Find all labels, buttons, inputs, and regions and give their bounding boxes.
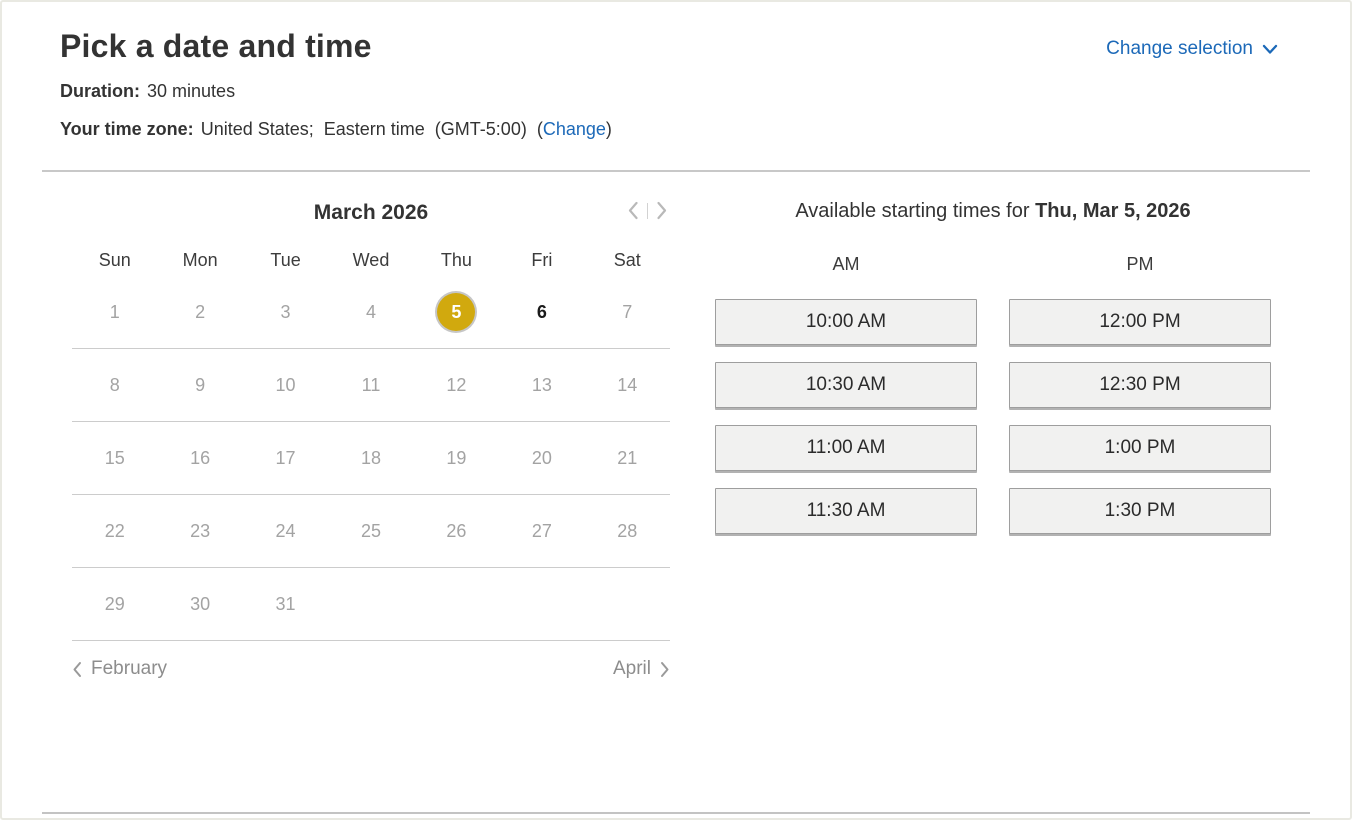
next-month-button[interactable]: April (613, 658, 670, 680)
timezone-line: Your time zone: United States; Eastern t… (60, 118, 1270, 140)
calendar-day-15: 15 (105, 448, 125, 469)
calendar-day-11: 11 (362, 375, 381, 396)
calendar-day-23: 23 (190, 521, 210, 542)
nav-divider (647, 203, 648, 219)
calendar-day-1: 1 (110, 302, 120, 323)
time-slot-button[interactable]: 10:00 AM (715, 299, 977, 345)
calendar-day-26: 26 (446, 521, 466, 542)
available-times-header: Available starting times for Thu, Mar 5,… (715, 198, 1271, 224)
weekday-label: Sat (614, 250, 641, 276)
calendar-day-16: 16 (190, 448, 210, 469)
time-column-pm: PM 12:00 PM 12:30 PM 1:00 PM 1:30 PM (1009, 254, 1271, 551)
time-slot-button[interactable]: 12:30 PM (1009, 362, 1271, 408)
calendar: March 2026 SunMonTueWedThuFriSat 1234567… (72, 198, 670, 680)
calendar-day-17: 17 (276, 448, 296, 469)
weekday-label: Wed (353, 250, 390, 276)
weekday-label: Tue (270, 250, 300, 276)
duration-value: 30 minutes (147, 81, 235, 101)
calendar-day-8: 8 (110, 375, 120, 396)
calendar-month-nav (627, 201, 668, 220)
timezone-paren-open: ( (527, 119, 543, 139)
timezone-value: United States; Eastern time (GMT-5:00) (201, 119, 527, 139)
timezone-change-link[interactable]: Change (543, 119, 606, 139)
prev-month-button[interactable]: February (72, 658, 167, 680)
weekday-label: Mon (183, 250, 218, 276)
time-columns: AM 10:00 AM 10:30 AM 11:00 AM 11:30 AM PM 12:0… (715, 254, 1271, 551)
calendar-day-28: 28 (617, 521, 637, 542)
calendar-week-row: 29 30 31 (72, 568, 670, 641)
calendar-day-22: 22 (105, 521, 125, 542)
next-month-label: April (613, 658, 651, 680)
date-time-picker-panel: Pick a date and time Duration: 30 minute… (0, 0, 1352, 820)
calendar-day-13: 13 (532, 375, 552, 396)
available-times-prefix: Available starting times for (795, 200, 1029, 222)
calendar-day-14: 14 (617, 375, 637, 396)
calendar-day-20: 20 (532, 448, 552, 469)
available-times-date: Thu, Mar 5, 2026 (1035, 200, 1191, 222)
calendar-day-25: 25 (361, 521, 381, 542)
calendar-day-9: 9 (195, 375, 205, 396)
calendar-day-12: 12 (446, 375, 466, 396)
weekday-label: Sun (99, 250, 131, 276)
change-selection-label: Change selection (1106, 38, 1253, 60)
calendar-day-18: 18 (361, 448, 381, 469)
footer-divider (42, 812, 1310, 814)
calendar-day-10: 10 (276, 375, 296, 396)
calendar-footer: February April (72, 641, 670, 680)
prev-month-label: February (91, 658, 167, 680)
duration-line: Duration: 30 minutes (60, 80, 1270, 102)
calendar-day-3: 3 (281, 302, 291, 323)
time-slot-button[interactable]: 1:00 PM (1009, 425, 1271, 471)
time-slot-button[interactable]: 12:00 PM (1009, 299, 1271, 345)
calendar-header: March 2026 (72, 198, 670, 234)
next-month-arrow-button[interactable] (656, 201, 668, 220)
calendar-day-31: 31 (276, 594, 296, 615)
timezone-paren-close: ) (606, 119, 612, 139)
header: Pick a date and time Duration: 30 minute… (2, 2, 1350, 140)
chevron-right-icon (656, 201, 668, 220)
change-selection-button[interactable]: Change selection (1106, 38, 1278, 60)
calendar-day-21: 21 (617, 448, 637, 469)
time-column-am: AM 10:00 AM 10:30 AM 11:00 AM 11:30 AM (715, 254, 977, 551)
calendar-day-7: 7 (622, 302, 632, 323)
time-slot-button[interactable]: 11:30 AM (715, 488, 977, 534)
calendar-day-29: 29 (105, 594, 125, 615)
calendar-week-row: 15 16 17 18 19 20 21 (72, 422, 670, 495)
timezone-label: Your time zone: (60, 119, 194, 139)
calendar-day-6[interactable]: 6 (537, 302, 547, 323)
page-title: Pick a date and time (60, 28, 1270, 64)
weekday-header-row: Sun Mon Tue Wed Thu Fri Sat (72, 250, 670, 276)
chevron-left-icon (627, 201, 639, 220)
prev-month-arrow-button[interactable] (627, 201, 639, 220)
calendar-grid: 1234567891011121314151617181920212223242… (72, 276, 670, 641)
calendar-month-title: March 2026 (72, 198, 670, 228)
calendar-day-2: 2 (195, 302, 205, 323)
available-times-panel: Available starting times for Thu, Mar 5,… (715, 198, 1271, 551)
weekday-label: Fri (531, 250, 552, 276)
calendar-week-row: 1 2 3 4 5 6 7 (72, 276, 670, 349)
chevron-right-icon (660, 661, 670, 678)
calendar-day-27: 27 (532, 521, 552, 542)
time-column-header: PM (1009, 254, 1271, 275)
calendar-day-24: 24 (276, 521, 296, 542)
header-divider (42, 170, 1310, 172)
calendar-week-row: 8 9 10 11 12 13 14 (72, 349, 670, 422)
chevron-left-icon (72, 661, 82, 678)
weekday-label: Thu (441, 250, 472, 276)
calendar-day-19: 19 (446, 448, 466, 469)
calendar-week-row: 22 23 24 25 26 27 28 (72, 495, 670, 568)
time-column-header: AM (715, 254, 977, 275)
calendar-day-5[interactable]: 5 (437, 293, 475, 331)
time-slot-button[interactable]: 10:30 AM (715, 362, 977, 408)
duration-label: Duration: (60, 81, 140, 101)
time-slot-button[interactable]: 1:30 PM (1009, 488, 1271, 534)
chevron-down-icon (1262, 44, 1278, 55)
calendar-day-30: 30 (190, 594, 210, 615)
time-slot-button[interactable]: 11:00 AM (715, 425, 977, 471)
calendar-day-4: 4 (366, 302, 376, 323)
